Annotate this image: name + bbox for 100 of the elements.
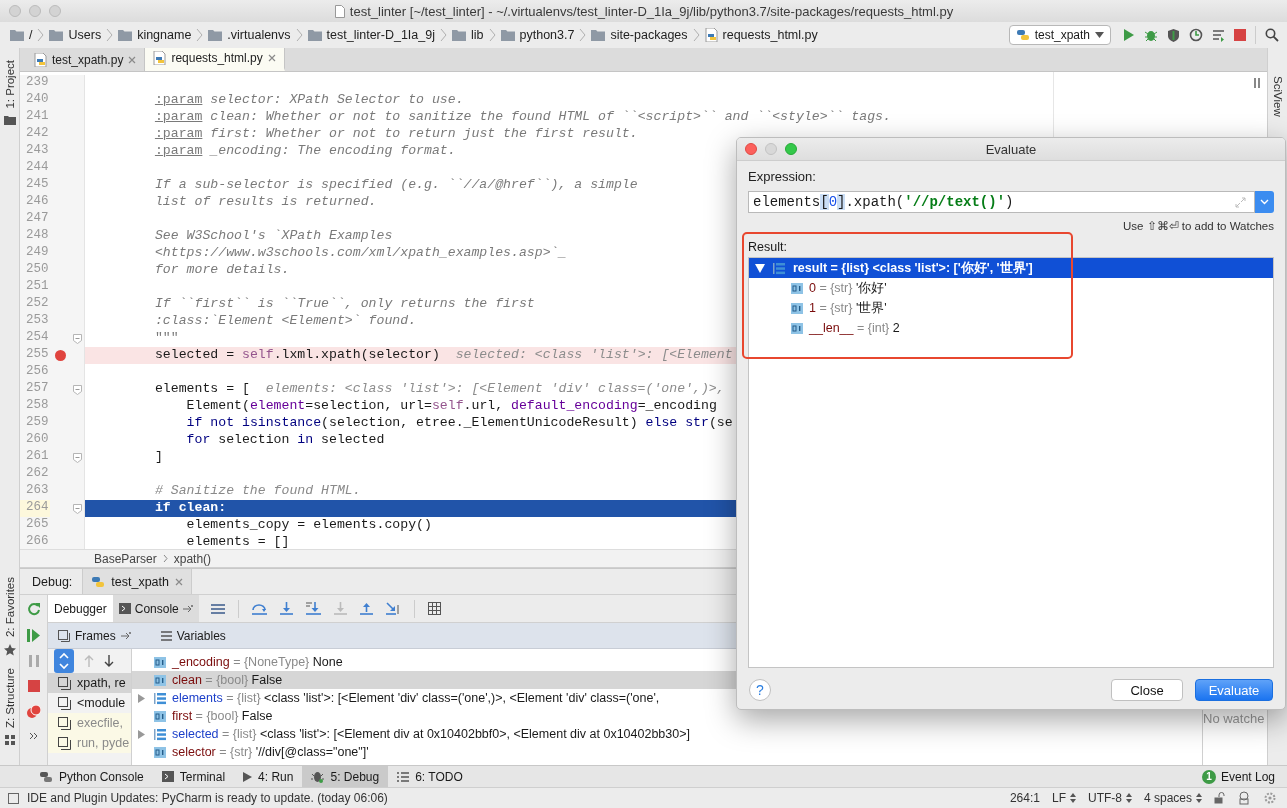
line-number: 262 [25, 466, 50, 482]
tool-window-button[interactable]: 5: Debug [302, 766, 389, 787]
run-icon[interactable] [1123, 28, 1135, 42]
variable-row[interactable]: first = {bool} False [132, 707, 1202, 725]
breakpoint-icon[interactable] [54, 350, 66, 361]
inspection-pause-icon[interactable] [1254, 78, 1260, 88]
breadcrumb-item[interactable]: BaseParser [94, 551, 157, 566]
run-to-cursor-icon[interactable] [385, 602, 401, 615]
field-label: Expression: [748, 169, 817, 184]
panel-tab[interactable]: Debugger [48, 595, 113, 622]
stack-frame[interactable]: xpath, re [48, 673, 131, 693]
step-into-icon[interactable] [279, 602, 293, 615]
editor-tab[interactable]: requests_html.py [145, 48, 285, 71]
frame-selector-icon[interactable] [54, 649, 74, 673]
tree-item[interactable]: result = {list} <class 'list'>: ['你好', '世界'] [749, 258, 1273, 278]
lock-icon[interactable] [1214, 792, 1225, 804]
breadcrumb-item[interactable]: lib [448, 28, 488, 42]
breadcrumb-item[interactable]: kingname [114, 28, 196, 42]
breadcrumb-item[interactable]: test_linter-D_1Ia_9j [303, 28, 439, 42]
line-separator-selector[interactable]: LF [1051, 791, 1076, 805]
line-number: 254 [25, 330, 50, 346]
frame-icon [58, 736, 71, 750]
expand-field-icon[interactable] [1235, 196, 1246, 208]
expand-arrow-icon[interactable] [755, 263, 765, 273]
variable-row[interactable]: selected = {list} <class 'list'>: [<Element div at 0x10402bbf0>, <Element div at 0x10402bb30>] [132, 725, 1202, 743]
breadcrumb-item[interactable]: .virtualenvs [204, 28, 295, 42]
variable-row[interactable]: _encoding = {NoneType} None [132, 653, 1202, 671]
close-icon[interactable] [267, 54, 276, 62]
build-icon[interactable] [1212, 28, 1225, 42]
expression-field[interactable]: elements[0].xpath('//p/text()') [748, 191, 1255, 213]
debug-icon[interactable] [1144, 28, 1158, 42]
help-button[interactable]: ? [749, 679, 771, 701]
tool-window-button[interactable]: 4: Run [234, 766, 303, 787]
breadcrumb-item[interactable]: site-packages [587, 28, 692, 42]
breadcrumb-item[interactable]: Users [45, 28, 106, 42]
settings-icon[interactable] [1263, 791, 1277, 805]
window-controls[interactable] [745, 143, 797, 155]
step-over-icon[interactable] [251, 602, 267, 615]
line-number: 264 [20, 500, 50, 517]
more-icon[interactable] [28, 732, 39, 740]
fold-marker-icon[interactable] [73, 384, 83, 395]
tree-item[interactable]: 1 = {str} '世界' [749, 298, 1273, 318]
variables-header[interactable]: Variables [160, 628, 226, 643]
step-out-icon[interactable] [359, 602, 373, 615]
history-dropdown-button[interactable] [1255, 191, 1274, 213]
python-logo-icon [91, 575, 106, 588]
star-icon[interactable] [3, 643, 16, 656]
expand-arrow-icon[interactable] [138, 693, 145, 703]
close-icon[interactable] [175, 577, 183, 586]
tree-item[interactable]: __len__ = {int} 2 [749, 318, 1273, 338]
close-button[interactable]: Close [1111, 679, 1183, 701]
down-arrow-icon[interactable] [104, 655, 114, 667]
tool-window-tab[interactable]: 2: Favorites [3, 572, 16, 641]
tool-window-tab[interactable]: 1: Project [3, 56, 16, 113]
tool-window-button[interactable]: 6: TODO [388, 766, 472, 787]
frames-icon [58, 629, 70, 642]
frames-header[interactable]: Frames [58, 628, 131, 643]
encoding-selector[interactable]: UTF-8 [1087, 791, 1132, 805]
indent-selector[interactable]: 4 spaces [1143, 791, 1202, 805]
expand-arrow-icon[interactable] [138, 729, 145, 739]
resume-icon[interactable] [27, 629, 40, 642]
tree-item[interactable]: 0 = {str} '你好' [749, 278, 1273, 298]
event-log-button[interactable]: 1 Event Log [1201, 769, 1275, 784]
structure-icon[interactable] [4, 735, 15, 745]
line-number: 250 [25, 262, 50, 278]
panel-tab[interactable]: Console [112, 595, 199, 622]
code-line: ] [153, 449, 163, 466]
fold-marker-icon[interactable] [73, 452, 83, 463]
fold-marker-icon[interactable] [73, 503, 83, 514]
tool-window-tab[interactable]: Z: Structure [3, 663, 16, 732]
rerun-icon[interactable] [26, 602, 41, 616]
tool-window-button[interactable]: Python Console [30, 766, 153, 787]
evaluate-icon[interactable] [427, 602, 441, 615]
threads-icon[interactable] [210, 603, 225, 614]
stack-frame[interactable]: <module [48, 693, 131, 713]
breadcrumb-item[interactable]: xpath() [173, 551, 212, 566]
breakpoints-icon[interactable] [26, 705, 41, 719]
breadcrumb-item[interactable]: python3.7 [496, 28, 579, 42]
panel-toggle-icon[interactable] [8, 792, 19, 804]
pause-icon[interactable] [28, 655, 39, 667]
folder-icon [452, 29, 466, 41]
inspector-icon[interactable] [1237, 791, 1251, 805]
breadcrumb-item[interactable]: requests_html.py [700, 28, 822, 42]
step-into-my-code-icon[interactable] [305, 602, 321, 615]
run-configuration-dropdown[interactable]: test_xpath [1008, 25, 1111, 45]
session-tab[interactable]: test_xpath [82, 569, 192, 594]
search-icon[interactable] [1265, 28, 1279, 42]
evaluate-button[interactable]: Evaluate [1195, 679, 1273, 701]
profile-icon[interactable] [1189, 28, 1203, 42]
coverage-icon[interactable] [1167, 28, 1180, 42]
breadcrumb-item[interactable]: / [6, 28, 37, 42]
window-title: test_linter [~/test_linter] - ~/.virtualenvs/test_linter-D_1Ia_9j/lib/python3.7/site-packages/requests_html.py [349, 3, 954, 19]
variable-row[interactable]: selector = {str} '//div[@class="one"]' [132, 743, 1202, 761]
tool-window-button[interactable]: Terminal [152, 766, 235, 787]
editor-tab[interactable]: test_xpath.py [26, 48, 146, 71]
close-icon[interactable] [128, 55, 137, 64]
stop-icon[interactable] [27, 680, 40, 692]
tool-window-tab[interactable]: SciView [1271, 72, 1284, 121]
fold-marker-icon[interactable] [73, 333, 83, 344]
caret-position[interactable]: 264:1 [1009, 791, 1040, 805]
